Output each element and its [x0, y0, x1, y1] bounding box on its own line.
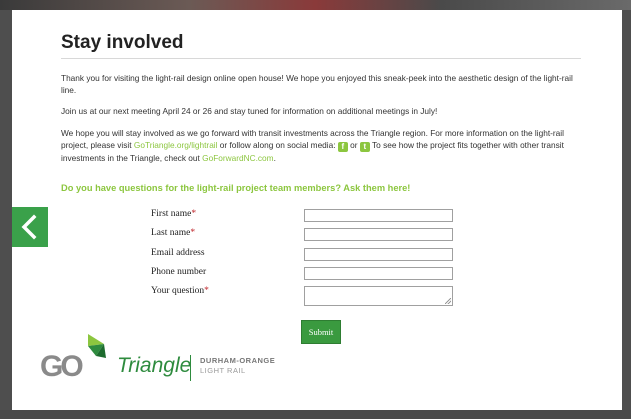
- last-name-label-text: Last name: [151, 228, 191, 238]
- question-label-text: Your question: [151, 286, 205, 296]
- title-divider: [61, 58, 581, 59]
- meeting-paragraph: Join us at our next meeting April 24 or …: [61, 106, 438, 116]
- overlay-backdrop-bottom: [0, 410, 631, 419]
- gotriangle-link[interactable]: GoTriangle.org/lightrail: [134, 140, 218, 150]
- phone-label: Phone number: [151, 267, 207, 277]
- gotriangle-mark-icon: [88, 334, 106, 358]
- first-name-label: First name*: [151, 209, 196, 219]
- page-title: Stay involved: [61, 32, 184, 53]
- stay-involved-paragraph: We hope you will stay involved as we go …: [61, 127, 581, 164]
- first-name-label-text: First name: [151, 209, 192, 219]
- required-mark: *: [191, 209, 197, 219]
- question-heading: Do you have questions for the light-rail…: [61, 183, 411, 193]
- logo-line-light-rail: LIGHT RAIL: [200, 366, 246, 375]
- question-label: Your question*: [151, 286, 209, 296]
- overlay-backdrop-right: [622, 10, 631, 419]
- background-photo-strip: [0, 0, 631, 10]
- para3-text-d: .: [273, 153, 276, 163]
- submit-button[interactable]: Submit: [301, 320, 341, 344]
- email-label: Email address: [151, 248, 205, 258]
- para3-or: or: [347, 140, 360, 150]
- resize-grip-icon[interactable]: [445, 298, 451, 304]
- twitter-icon[interactable]: t: [359, 142, 370, 152]
- required-mark: *: [204, 286, 209, 296]
- overlay-backdrop-left: [0, 10, 12, 419]
- first-name-input[interactable]: [304, 209, 453, 222]
- logo-divider: [190, 355, 191, 381]
- intro-paragraph: Thank you for visiting the light-rail de…: [61, 73, 573, 95]
- content-panel: Stay involved Thank you for visiting the…: [12, 10, 622, 410]
- goforwardnc-link[interactable]: GoForwardNC.com: [202, 153, 273, 163]
- back-button[interactable]: [12, 207, 48, 247]
- last-name-input[interactable]: [304, 228, 453, 241]
- email-input[interactable]: [304, 248, 453, 261]
- go-logo-text: GO: [40, 350, 84, 383]
- phone-input[interactable]: [304, 267, 453, 280]
- logo-line-durham-orange: DURHAM-ORANGE: [200, 356, 276, 365]
- required-mark: *: [190, 228, 196, 238]
- chevron-left-icon: [21, 214, 37, 240]
- question-textarea[interactable]: [304, 286, 453, 306]
- last-name-label: Last name*: [151, 228, 195, 238]
- para3-text-b: or follow along on social media:: [217, 140, 338, 150]
- triangle-logo-text: Triangle: [117, 354, 192, 377]
- facebook-icon[interactable]: f: [337, 142, 348, 152]
